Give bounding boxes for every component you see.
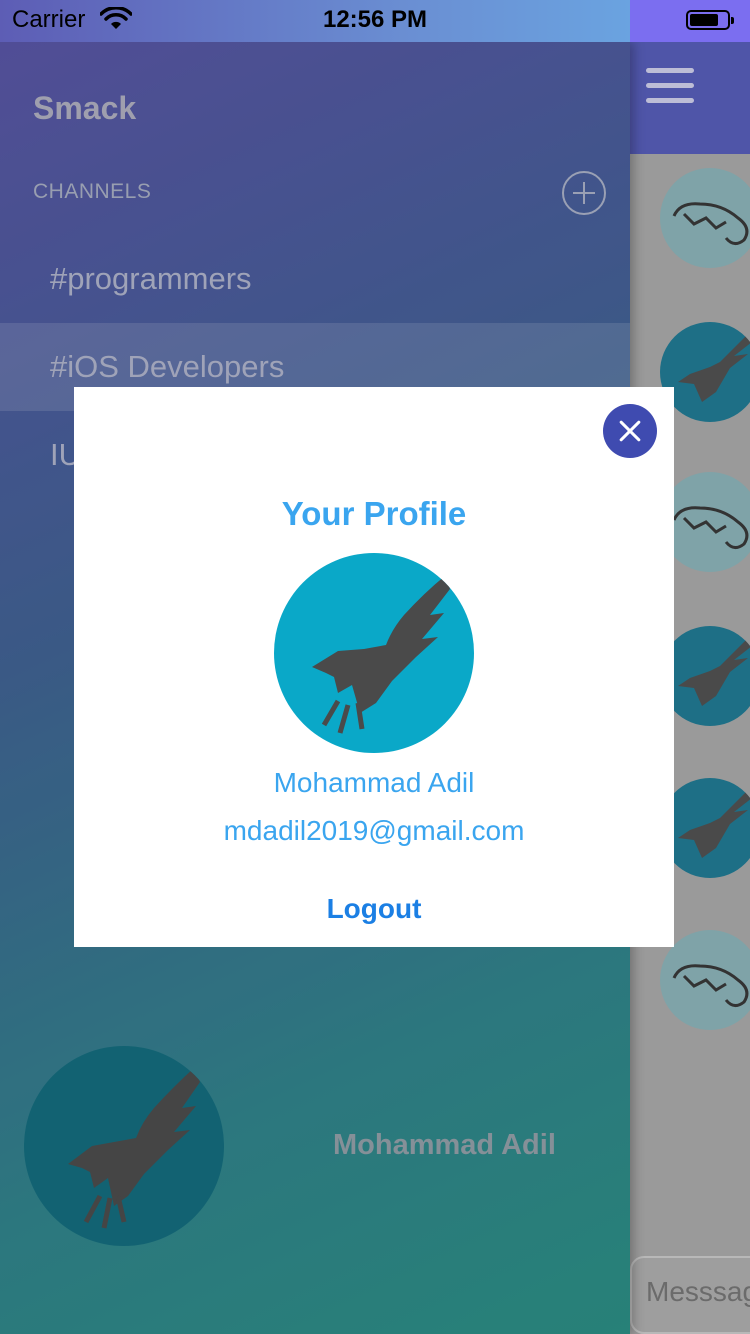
eagle-icon (68, 1068, 200, 1229)
channel-item[interactable]: #programmers (0, 235, 630, 323)
battery-icon (686, 10, 734, 30)
logout-button[interactable]: Logout (304, 893, 444, 925)
close-icon[interactable] (603, 404, 657, 458)
clock: 12:56 PM (322, 6, 428, 33)
chameleon-avatar-icon (660, 168, 750, 268)
profile-email: mdadil2019@gmail.com (223, 815, 525, 846)
user-name-label: Mohammad Adil (333, 1129, 556, 1161)
profile-modal: Your Profile Mohammad Adil mdadil2019@gm… (74, 387, 674, 947)
channel-label: #programmers (50, 261, 252, 296)
message-input[interactable]: Messsage (630, 1256, 750, 1334)
hamburger-menu-icon[interactable] (646, 68, 694, 106)
add-channel-icon[interactable] (562, 171, 606, 215)
profile-name: Mohammad Adil (273, 767, 475, 798)
channels-header: CHANNELS (33, 180, 152, 203)
user-avatar-button[interactable] (24, 1046, 224, 1246)
modal-title: Your Profile (281, 495, 467, 532)
profile-avatar (274, 553, 474, 753)
status-bar: Carrier 12:56 PM (0, 0, 750, 42)
eagle-icon (312, 575, 450, 734)
channel-label: #iOS Developers (50, 349, 285, 384)
app-title: Smack (33, 90, 137, 126)
chat-top-bar (630, 42, 750, 154)
